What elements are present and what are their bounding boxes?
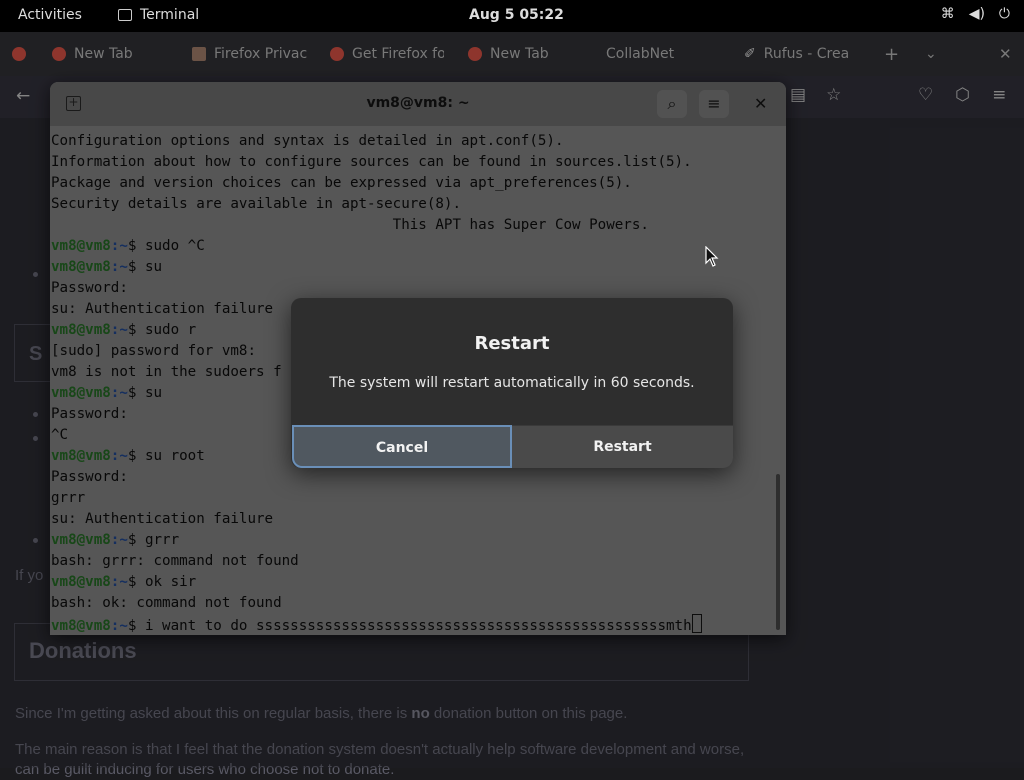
network-icon: ⌘	[940, 6, 955, 22]
dialog-message: The system will restart automatically in…	[329, 375, 695, 391]
restart-dialog: Restart The system will restart automati…	[291, 298, 733, 468]
activities-button[interactable]: Activities	[18, 7, 82, 23]
power-icon: ⏻	[998, 6, 1010, 22]
restart-button[interactable]: Restart	[512, 425, 733, 468]
mouse-pointer-icon	[705, 246, 719, 267]
system-tray[interactable]: ⌘ ◀) ⏻	[941, 6, 1010, 22]
terminal-icon	[118, 9, 132, 21]
app-menu[interactable]: Terminal	[118, 7, 199, 23]
clock[interactable]: Aug 5 05:22	[469, 7, 564, 23]
volume-icon: ◀)	[968, 6, 985, 22]
dialog-title: Restart	[474, 333, 550, 354]
cancel-button[interactable]: Cancel	[292, 425, 512, 468]
top-bar: Activities Terminal Aug 5 05:22 ⌘ ◀) ⏻	[0, 0, 1024, 32]
app-menu-label: Terminal	[140, 7, 200, 23]
